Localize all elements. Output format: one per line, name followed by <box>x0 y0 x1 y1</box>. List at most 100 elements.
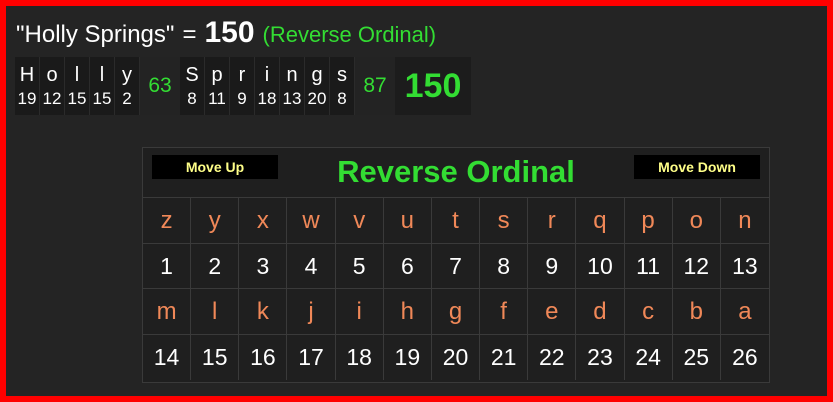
breakdown-letter-column: S8 <box>180 57 205 115</box>
cipher-grid: z y x w v u t s r q p o n 1 2 3 4 5 6 7 8 9 10 11 12 13 m l k j i h g f e d… <box>143 198 769 380</box>
breakdown-letter: n <box>286 64 298 86</box>
cipher-letter-cell: x <box>239 198 288 244</box>
cipher-number-cell: 24 <box>625 335 673 380</box>
cipher-number-cell: 21 <box>480 335 529 380</box>
breakdown-letter-column: H 19 <box>15 57 40 115</box>
cipher-chart: Move Up Reverse Ordinal Move Down zyxwvu… <box>142 147 770 383</box>
cipher-letter-cell: v <box>335 198 384 244</box>
cipher-letter-cell: f <box>480 289 529 335</box>
cipher-letter-cell: l <box>191 289 240 335</box>
cipher-letter-cell: z <box>143 198 192 244</box>
cipher-letter-cell: c <box>624 289 673 335</box>
phrase-text: "Holly Springs" <box>16 21 175 48</box>
equals-sign: = <box>182 21 197 48</box>
breakdown-letter-value: 15 <box>92 89 112 108</box>
cipher-number-cell: 25 <box>673 335 721 380</box>
cipher-letter-cell: j <box>287 289 336 335</box>
cipher-number-cell: 23 <box>576 335 625 380</box>
letter-breakdown: H 19 o 12 l 15 l 15 y 2 63 S 8 p 11 r 9 i 18 n 13 g 20 s 8 87 150 <box>15 57 471 115</box>
breakdown-word: H 19 o 12 l 15 l 15 y 2 <box>15 57 140 115</box>
cipher-letter-cell: b <box>672 289 721 335</box>
breakdown-letter-value: 12 <box>42 89 62 108</box>
cipher-letter-cell: r <box>528 198 577 244</box>
cipher-number-cell: 12 <box>672 244 721 289</box>
breakdown-letter: o <box>46 64 58 86</box>
cipher-row-group: m l k j i h g f e d c b a 14 15 16 17 18 19 20 21 22 23 24 25 26 <box>143 289 769 380</box>
breakdown-letter-column: p 11 <box>205 57 230 115</box>
cipher-chart-header: Move Up Reverse Ordinal Move Down <box>143 148 769 198</box>
breakdown-letter-value: 11 <box>208 89 226 108</box>
page-frame: "Holly Springs" = 150 (Reverse Ordinal) … <box>6 6 827 396</box>
cipher-label: (Reverse Ordinal) <box>262 22 437 47</box>
cipher-letter-cell: g <box>431 289 481 335</box>
breakdown-letter-value: 2 <box>122 89 132 108</box>
cipher-letter-cell: n <box>720 198 769 244</box>
breakdown-letter-value: 8 <box>187 89 197 108</box>
cipher-letter-cell: q <box>576 198 625 244</box>
cipher-number-cell: 20 <box>432 335 481 380</box>
breakdown-letter-column: i 18 <box>255 57 280 115</box>
cipher-number-cell: 1 <box>143 244 192 289</box>
cipher-number-cell: 4 <box>287 244 336 289</box>
cipher-letter-cell: s <box>480 198 529 244</box>
result-headline: "Holly Springs" = 150 (Reverse Ordinal) <box>16 16 436 50</box>
cipher-number-cell: 17 <box>287 335 336 380</box>
breakdown-letter: l <box>99 64 105 86</box>
word-sum: 87 <box>355 57 395 115</box>
cipher-number-cell: 8 <box>480 244 529 289</box>
word-sum: 63 <box>140 57 180 115</box>
phrase-value: 150 <box>204 16 255 49</box>
cipher-number-cell: 2 <box>191 244 240 289</box>
breakdown-letter: S <box>185 64 199 86</box>
cipher-number-cell: 3 <box>239 244 288 289</box>
cipher-number-cell: 19 <box>384 335 432 380</box>
breakdown-letter: g <box>311 64 323 86</box>
breakdown-letter: s <box>337 64 347 86</box>
cipher-number-cell: 10 <box>576 244 625 289</box>
breakdown-letter-column: y2 <box>115 57 140 115</box>
breakdown-letter-column: l 15 <box>90 57 115 115</box>
breakdown-letter-value: 15 <box>67 89 87 108</box>
cipher-number-cell: 9 <box>528 244 577 289</box>
cipher-number-cell: 7 <box>431 244 481 289</box>
cipher-number-cell: 14 <box>143 335 192 380</box>
cipher-number-cell: 6 <box>383 244 432 289</box>
cipher-number-cell: 22 <box>528 335 577 380</box>
cipher-letter-cell: a <box>720 289 769 335</box>
breakdown-letter-value: 8 <box>337 89 347 108</box>
cipher-number-cell: 16 <box>239 335 288 380</box>
breakdown-letter: H <box>19 64 35 86</box>
move-down-button[interactable]: Move Down <box>634 155 760 179</box>
breakdown-letter-column: s8 <box>330 57 355 115</box>
breakdown-letter-value: 13 <box>282 89 302 108</box>
cipher-number-cell: 26 <box>732 344 758 370</box>
breakdown-letter-column: n 13 <box>280 57 305 115</box>
cipher-letter-cell: u <box>383 198 432 244</box>
cipher-letter-cell: t <box>431 198 481 244</box>
breakdown-letter-value: 18 <box>257 89 277 108</box>
cipher-letter-cell: h <box>383 289 432 335</box>
breakdown-letter-value: 9 <box>237 89 247 108</box>
breakdown-letter: y <box>122 64 132 86</box>
cipher-letter-cell: m <box>143 289 192 335</box>
cipher-number-cell: 15 <box>191 335 240 380</box>
breakdown-letter-column: o 12 <box>40 57 65 115</box>
breakdown-letter-column: g 20 <box>305 57 330 115</box>
cipher-letter-cell: y <box>191 198 240 244</box>
breakdown-letter-column: l 15 <box>65 57 90 115</box>
breakdown-letter: r <box>238 64 246 86</box>
cipher-number-cell: 13 <box>720 244 769 289</box>
cipher-number-cell: 18 <box>336 335 384 380</box>
cipher-letter-cell: k <box>239 289 288 335</box>
cipher-number-cell: 5 <box>335 244 384 289</box>
breakdown-letter-value: 20 <box>307 89 327 108</box>
cipher-letter-cell: w <box>287 198 336 244</box>
cipher-letter-cell: d <box>576 289 625 335</box>
cipher-letter-cell: e <box>528 289 577 335</box>
cipher-row-group: z y x w v u t s r q p o n 1 2 3 4 5 6 7 8 9 10 11 12 13 <box>143 198 769 289</box>
cipher-letter-cell: p <box>624 198 673 244</box>
breakdown-word: S 8 p 11 r 9 i 18 n 13 g 20 s 8 <box>180 57 355 115</box>
cipher-letter-cell: o <box>672 198 721 244</box>
breakdown-letter-value: 19 <box>17 89 37 108</box>
breakdown-letter: p <box>211 64 223 86</box>
